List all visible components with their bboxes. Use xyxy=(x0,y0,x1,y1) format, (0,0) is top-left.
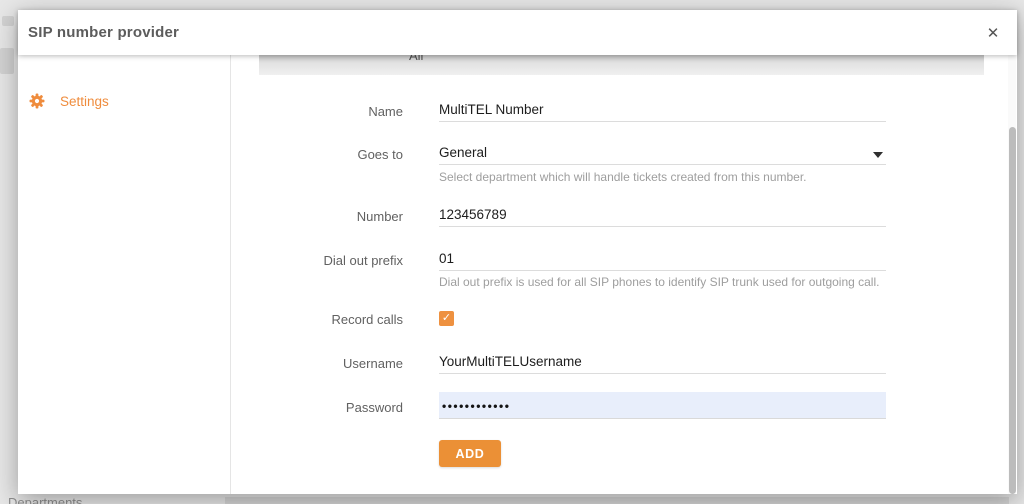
tab-all-label: All xyxy=(409,55,423,63)
background-departments-label: Departments xyxy=(8,495,82,504)
dialog-header: SIP number provider ✕ xyxy=(18,10,1017,55)
username-input[interactable]: YourMultiTELUsername xyxy=(439,354,886,374)
gear-icon xyxy=(29,93,45,109)
checkmark-icon: ✓ xyxy=(442,311,451,326)
goes-to-value: General xyxy=(439,145,487,160)
dial-out-prefix-helper: Dial out prefix is used for all SIP phon… xyxy=(439,275,899,289)
dialog-title: SIP number provider xyxy=(28,24,179,41)
dial-out-prefix-input[interactable]: 01 xyxy=(439,251,886,271)
username-label: Username xyxy=(231,356,403,371)
password-input[interactable]: •••••••••••• xyxy=(439,392,886,419)
number-input[interactable]: 123456789 xyxy=(439,207,886,227)
close-icon[interactable]: ✕ xyxy=(982,22,1004,44)
tab-all[interactable]: All xyxy=(259,55,984,75)
goes-to-label: Goes to xyxy=(231,147,403,162)
dialog-content: All Name MultiTEL Number Goes to General… xyxy=(230,55,1017,494)
sidebar-item-settings[interactable]: Settings xyxy=(18,81,230,121)
name-input[interactable]: MultiTEL Number xyxy=(439,102,886,122)
background-artifact xyxy=(2,16,14,26)
background-table-header xyxy=(225,497,1009,504)
background-artifact xyxy=(0,48,14,74)
number-label: Number xyxy=(231,209,403,224)
dialog-sidebar: Settings xyxy=(18,55,230,494)
add-button[interactable]: ADD xyxy=(439,440,501,467)
record-calls-label: Record calls xyxy=(231,312,403,327)
goes-to-select[interactable]: General xyxy=(439,145,886,165)
password-label: Password xyxy=(231,400,403,415)
page: Departments SIP number provider ✕ xyxy=(0,0,1024,504)
name-label: Name xyxy=(231,104,403,119)
sip-provider-dialog: SIP number provider ✕ xyxy=(18,10,1017,494)
dial-out-prefix-label: Dial out prefix xyxy=(231,253,403,268)
scrollbar-thumb[interactable] xyxy=(1009,127,1016,494)
dropdown-arrow-icon xyxy=(873,152,883,158)
sidebar-item-label: Settings xyxy=(60,94,109,109)
goes-to-helper: Select department which will handle tick… xyxy=(439,170,899,184)
record-calls-checkbox[interactable]: ✓ xyxy=(439,311,454,326)
